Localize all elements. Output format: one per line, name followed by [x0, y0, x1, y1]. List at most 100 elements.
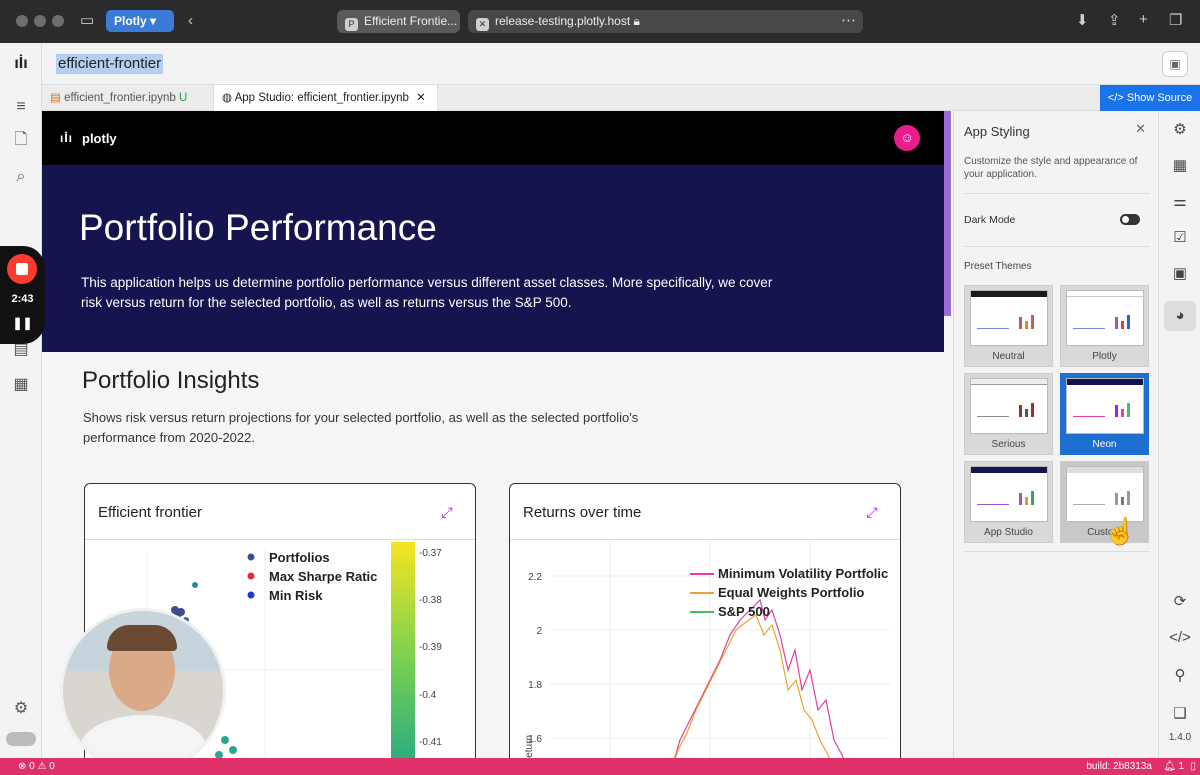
colorbar-tick: -0.41	[419, 737, 442, 748]
section-title: Portfolio Insights	[82, 367, 260, 394]
sliders-icon[interactable]: ⚌	[1169, 191, 1191, 213]
theme-label: Neutral	[992, 351, 1025, 362]
tabs-overview-icon[interactable]: ❐	[1169, 13, 1182, 29]
webcam-overlay	[60, 608, 226, 774]
sidebar-toggle-icon[interactable]: ▭	[80, 13, 94, 29]
expand-icon[interactable]: ⤢	[862, 502, 882, 522]
download-icon[interactable]: ⬇︎	[1076, 13, 1089, 29]
version-label: 1.4.0	[1168, 732, 1192, 743]
untracked-badge: U	[178, 92, 188, 104]
minimize-window-icon[interactable]	[34, 15, 46, 27]
page-title: Portfolio Performance	[79, 207, 437, 248]
dark-mode-label: Dark Mode	[964, 214, 1016, 226]
notification-icon[interactable]: ▯	[1190, 758, 1196, 775]
browser-titlebar: ▭ Plotly ▾ ‹ P Efficient Frontie... ✕ rele…	[0, 0, 1200, 43]
data-point	[192, 582, 198, 588]
document-icon[interactable]: ▦	[10, 374, 32, 396]
legend-max-sharpe: Max Sharpe Ratic	[269, 569, 377, 584]
close-window-icon[interactable]	[16, 15, 28, 27]
colorbar-tick: -0.38	[419, 595, 442, 606]
calendar-icon[interactable]: ▣	[1169, 263, 1191, 285]
legend-min-volatility: Minimum Volatility Portfolic	[718, 566, 888, 581]
series-equal-weights	[674, 614, 830, 758]
theme-thumbnail	[970, 378, 1048, 434]
show-source-button[interactable]: </> Show Source	[1100, 85, 1200, 111]
expand-icon[interactable]: ⤢	[437, 502, 457, 522]
palette-icon[interactable]: ◕	[1164, 301, 1196, 331]
panel-description: Customize the style and appearance of yo…	[964, 156, 1138, 180]
screen-recorder: 2:43 ❚❚	[0, 246, 45, 344]
plotly-logo-icon[interactable]: ıİı	[10, 53, 32, 75]
dark-mode-toggle[interactable]	[1120, 214, 1140, 225]
theme-serious[interactable]: Serious	[964, 373, 1053, 455]
files-icon[interactable]: 🗋	[10, 129, 32, 151]
checklist-icon[interactable]: ☑	[1169, 227, 1191, 249]
notebook-icon: ▤	[50, 92, 61, 104]
pause-icon[interactable]: ❚❚	[0, 316, 45, 330]
problems-indicator[interactable]: ⊗ 0 ⚠ 0	[18, 758, 55, 775]
editor-tabs: ▤ efficient_frontier.ipynb U ◍ App Studi…	[42, 85, 1200, 111]
hand-cursor-icon: ☝	[1104, 516, 1137, 546]
status-bar: ⊗ 0 ⚠ 0 build: 2b8313a 🔔︎ 1 ▯	[0, 758, 1200, 775]
card-title: Returns over time	[523, 504, 642, 521]
save-icon[interactable]: ▣	[1162, 51, 1188, 77]
profile-button[interactable]: Plotly ▾	[106, 10, 174, 32]
close-icon[interactable]: ✕	[1135, 121, 1146, 137]
legend-portfolios: Portfolios	[269, 550, 330, 565]
theme-plotly[interactable]: Plotly	[1060, 285, 1149, 367]
theme-toggle-icon[interactable]	[6, 732, 36, 746]
theme-label: App Studio	[984, 527, 1033, 538]
share-icon[interactable]: ⇪	[1108, 13, 1121, 29]
profile-label: Plotly	[114, 14, 147, 28]
user-avatar-icon[interactable]: ☺	[894, 125, 920, 151]
colorbar	[391, 542, 415, 758]
tab-app-studio[interactable]: ◍ App Studio: efficient_frontier.ipynb ✕	[213, 85, 438, 111]
theme-thumbnail	[1066, 290, 1144, 346]
code-icon: </>	[1107, 92, 1124, 104]
tab-app-studio-label: App Studio: efficient_frontier.ipynb	[234, 92, 409, 104]
tab-notebook[interactable]: ▤ efficient_frontier.ipynb U	[42, 85, 212, 111]
preset-themes-label: Preset Themes	[964, 261, 1032, 272]
colorbar-tick: -0.39	[419, 642, 442, 653]
plotly-favicon-icon: P	[345, 18, 358, 31]
divider	[964, 193, 1150, 194]
address-bar[interactable]: ✕ release-testing.plotly.host 🔒︎	[468, 10, 863, 33]
book-icon[interactable]: ❑	[1169, 703, 1191, 725]
menu-icon[interactable]: ≡	[10, 96, 32, 118]
settings-icon[interactable]: ⚙	[1169, 119, 1191, 141]
data-point	[229, 746, 237, 754]
bell-icon[interactable]: 🔔︎	[1163, 758, 1176, 775]
app-header: ıİı plotly ☺	[42, 111, 944, 165]
file-topbar: efficient-frontier ▣	[42, 43, 1200, 85]
tab-notebook-label: efficient_frontier.ipynb	[64, 92, 176, 104]
plotly-logo-icon: ıİı	[60, 131, 74, 145]
recording-time: 2:43	[11, 293, 34, 305]
panel-title: App Styling	[964, 124, 1030, 139]
build-label: build: 2b8313a	[1086, 761, 1152, 772]
x-favicon-icon: ✕	[476, 18, 489, 31]
theme-neutral[interactable]: Neutral	[964, 285, 1053, 367]
file-title[interactable]: efficient-frontier	[56, 54, 164, 74]
code-icon[interactable]: </>	[1169, 627, 1191, 649]
browser-tab-efficient[interactable]: P Efficient Frontie...	[337, 10, 460, 33]
refresh-icon[interactable]: ⟳	[1169, 591, 1191, 613]
components-icon[interactable]: ▦	[1169, 155, 1191, 177]
alert-count: 1	[1178, 761, 1184, 772]
browser-tab-label: Efficient Frontie...	[364, 14, 458, 28]
theme-app-studio[interactable]: App Studio	[964, 461, 1053, 543]
theme-neon[interactable]: Neon	[1060, 373, 1149, 455]
more-icon[interactable]: ⋯	[841, 13, 856, 29]
search-icon[interactable]: ⌕	[10, 166, 32, 188]
card-title: Efficient frontier	[98, 504, 202, 521]
settings-gear-icon[interactable]: ⚙	[10, 698, 32, 720]
stop-recording-icon[interactable]	[7, 254, 37, 284]
scrollbar-thumb[interactable]	[944, 111, 951, 316]
returns-over-time-card: Returns over time ⤢ 2.2 2 1.8 1.6 Return	[509, 483, 901, 758]
new-tab-icon[interactable]: +	[1139, 12, 1148, 28]
rocket-icon[interactable]: ⚲	[1169, 665, 1191, 687]
hero-banner: Portfolio Performance This application h…	[42, 165, 944, 352]
zoom-window-icon[interactable]	[52, 15, 64, 27]
y-tick: 2.2	[528, 572, 542, 583]
back-icon[interactable]: ‹	[188, 13, 193, 29]
close-tab-icon[interactable]: ✕	[416, 92, 426, 104]
